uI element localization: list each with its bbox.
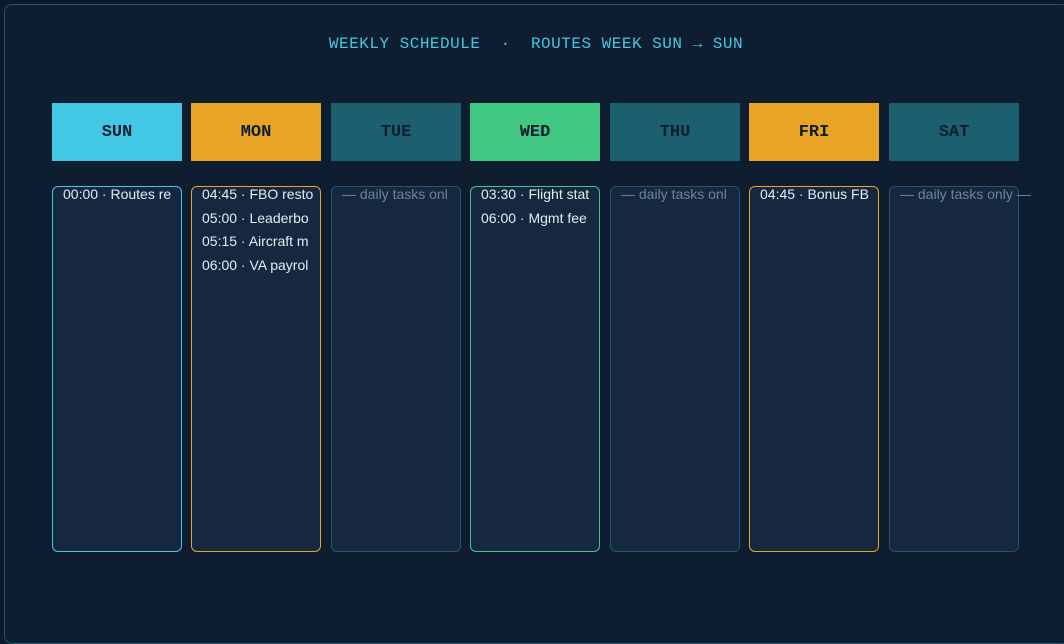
page-title: WEEKLY SCHEDULE · ROUTES WEEK SUN → SUN [328,35,744,53]
daily-note-tue: — daily tasks onl [342,186,448,202]
task-item[interactable]: 05:00 · Leaderbo [202,210,321,234]
day-header-mon[interactable]: MON [191,103,321,161]
day-column-thu [610,186,740,552]
day-column-sat [889,186,1019,552]
day-header-thu[interactable]: THU [610,103,740,161]
task-item[interactable]: 06:00 · VA payrol [202,257,321,281]
day-header-sun[interactable]: SUN [52,103,182,161]
task-list-mon: 04:45 · FBO resto 05:00 · Leaderbo 05:15… [202,186,321,280]
task-list-fri: 04:45 · Bonus FB [760,186,889,210]
task-list-sun: 00:00 · Routes re [63,186,182,210]
task-item[interactable]: 05:15 · Aircraft m [202,233,321,257]
day-column-fri [749,186,879,552]
day-header-wed[interactable]: WED [470,103,600,161]
day-header-sat[interactable]: SAT [889,103,1019,161]
day-column-sun [52,186,182,552]
task-item[interactable]: 04:45 · Bonus FB [760,186,889,210]
task-item[interactable]: 00:00 · Routes re [63,186,182,210]
task-item[interactable]: 04:45 · FBO resto [202,186,321,210]
day-column-wed [470,186,600,552]
daily-note-thu: — daily tasks onl [621,186,727,202]
daily-note-sat: — daily tasks only — [900,186,1031,202]
day-column-tue [331,186,461,552]
day-header-fri[interactable]: FRI [749,103,879,161]
day-header-tue[interactable]: TUE [331,103,461,161]
task-item[interactable]: 03:30 · Flight stat [481,186,610,210]
task-item[interactable]: 06:00 · Mgmt fee [481,210,610,234]
task-list-wed: 03:30 · Flight stat 06:00 · Mgmt fee [481,186,610,233]
